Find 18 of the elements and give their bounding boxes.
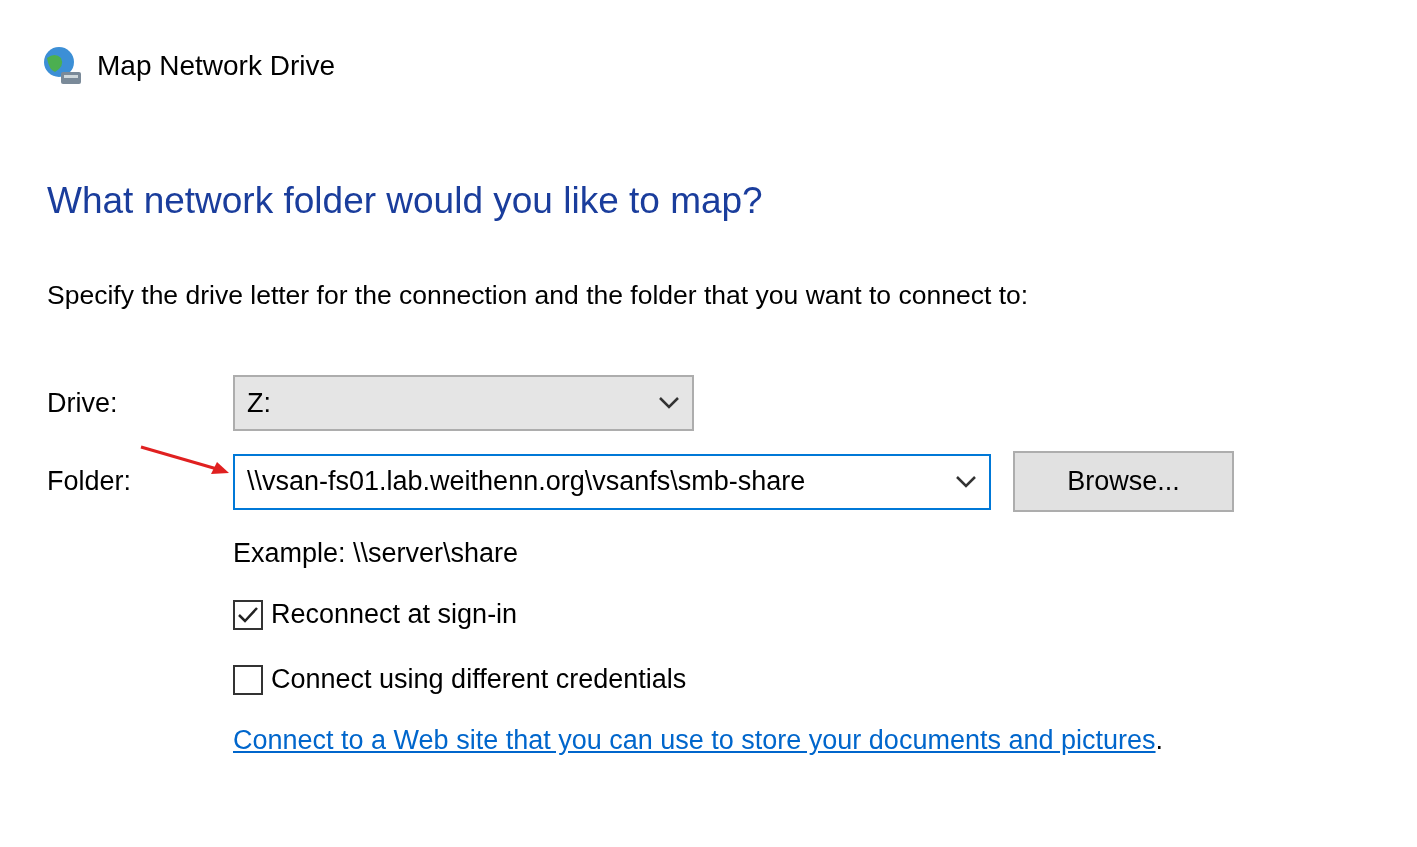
example-text: Example: \\server\share <box>233 538 519 569</box>
instruction-text: Specify the drive letter for the connection and the folder that you want to connect to: <box>47 280 1030 311</box>
folder-combobox[interactable]: \\vsan-fs01.lab.weithenn.org\vsanfs\smb-share <box>233 453 991 510</box>
chevron-down-icon <box>658 396 680 410</box>
browse-button[interactable]: Browse... <box>1013 451 1234 512</box>
checkbox-label: Reconnect at sign-in <box>271 599 518 630</box>
checkbox[interactable] <box>233 664 263 695</box>
checkbox[interactable] <box>233 599 263 630</box>
chevron-down-icon <box>955 474 977 489</box>
checkbox-label: Connect using different credentials <box>271 664 687 695</box>
drive-label: Drive: <box>47 387 119 419</box>
window-title: Map Network Drive <box>97 50 336 82</box>
drive-dropdown[interactable]: Z: <box>233 375 694 431</box>
folder-label: Folder: <box>47 466 133 497</box>
web-site-link[interactable]: Connect to a Web site that you can use to store your documents and pictures <box>233 725 1156 756</box>
heading: What network folder would you like to map? <box>47 180 764 222</box>
checkmark-icon <box>237 605 259 624</box>
period-text: . <box>1155 725 1164 756</box>
